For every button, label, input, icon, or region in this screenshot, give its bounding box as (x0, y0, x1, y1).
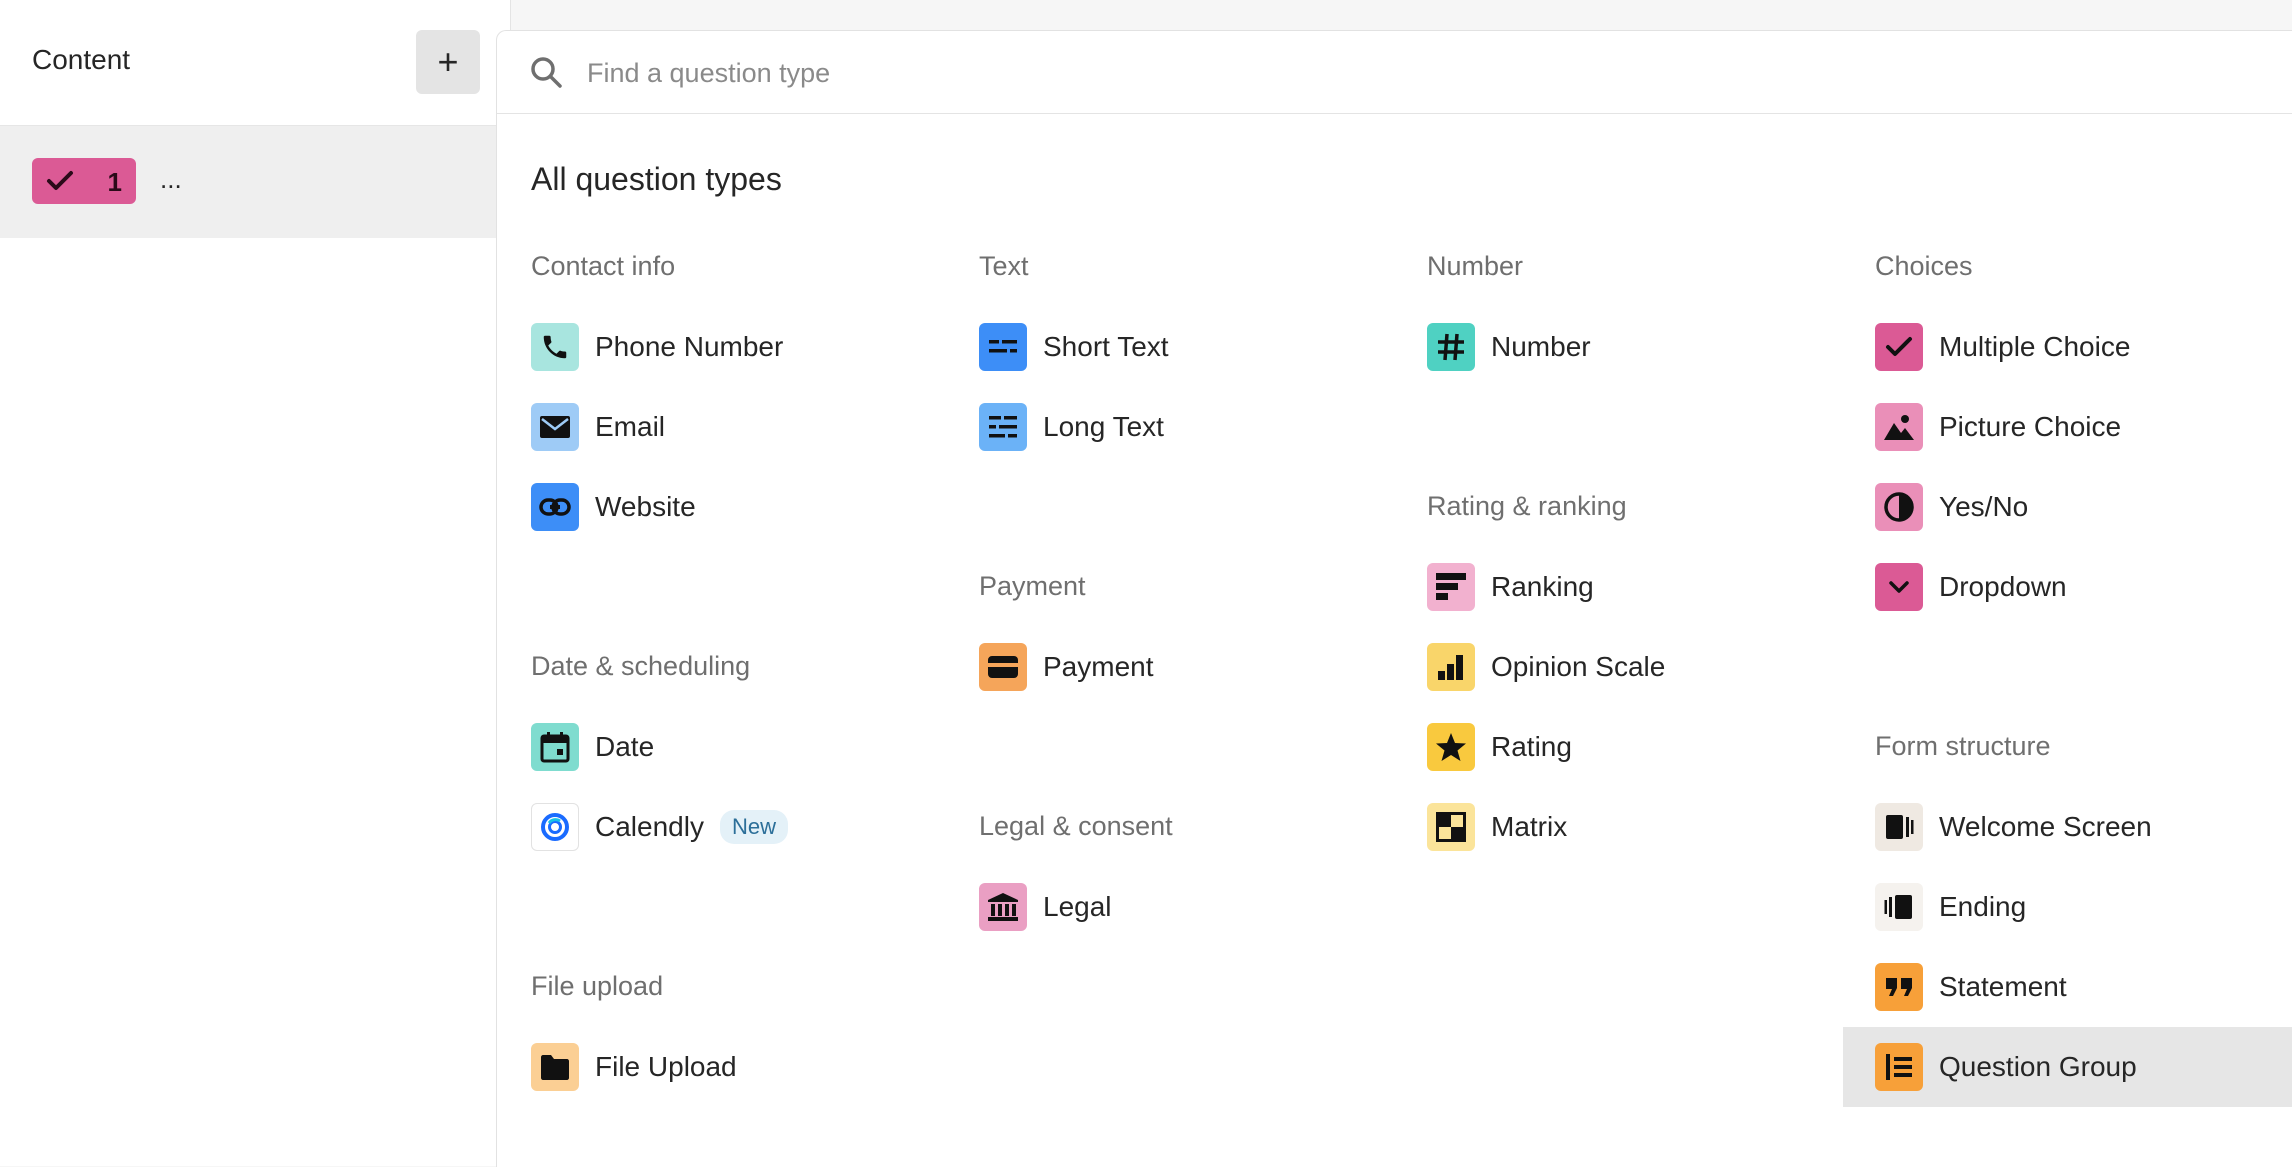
type-label: Statement (1939, 971, 2067, 1002)
section-file-upload: File upload (531, 971, 664, 1001)
star-icon (1427, 723, 1475, 771)
type-label: Matrix (1491, 811, 1568, 842)
type-website[interactable]: Website (531, 467, 696, 547)
folder-icon (531, 1043, 579, 1091)
phone-icon (531, 323, 579, 371)
type-label: Multiple Choice (1939, 331, 2131, 362)
ending-icon (1875, 883, 1923, 931)
envelope-icon (531, 403, 579, 451)
type-statement[interactable]: Statement (1875, 947, 2067, 1027)
type-label: Phone Number (595, 331, 784, 362)
type-rating[interactable]: Rating (1427, 707, 1572, 787)
type-label: Legal (1043, 891, 1112, 922)
type-label: File Upload (595, 1051, 737, 1082)
type-file-upload[interactable]: File Upload (531, 1027, 737, 1107)
credit-card-icon (979, 643, 1027, 691)
ranking-icon (1427, 563, 1475, 611)
type-opinion-scale[interactable]: Opinion Scale (1427, 627, 1665, 707)
type-label: Number (1491, 331, 1591, 362)
type-date[interactable]: Date (531, 707, 654, 787)
type-label: Email (595, 411, 666, 442)
section-choices: Choices (1875, 251, 1973, 281)
matrix-icon (1427, 803, 1475, 851)
sidebar-title: Content (32, 44, 131, 75)
type-matrix[interactable]: Matrix (1427, 787, 1567, 867)
type-label: Opinion Scale (1491, 651, 1666, 682)
search-icon (531, 57, 562, 88)
type-label: Yes/No (1939, 491, 2029, 522)
chevron-down-icon (1875, 563, 1923, 611)
type-ranking[interactable]: Ranking (1427, 547, 1594, 627)
long-text-icon (979, 403, 1027, 451)
short-text-icon (979, 323, 1027, 371)
link-icon (531, 483, 579, 531)
search-bar (497, 31, 2292, 114)
image-icon (1875, 403, 1923, 451)
section-text: Text (979, 251, 1029, 281)
half-circle-icon (1875, 483, 1923, 531)
type-long-text[interactable]: Long Text (979, 387, 1164, 467)
section-legal-consent: Legal & consent (979, 811, 1173, 841)
type-multiple-choice[interactable]: Multiple Choice (1875, 307, 2130, 387)
type-number[interactable]: Number (1427, 307, 1591, 387)
question-type-picker: All question types Contact info Phone Nu… (496, 30, 2292, 1167)
calendly-logo-icon (531, 803, 579, 851)
question-number: 1 (107, 167, 122, 197)
sidebar: Content + 1 ... (0, 0, 511, 1166)
question-title: ... (160, 164, 182, 194)
quote-icon (1875, 963, 1923, 1011)
question-group-icon (1875, 1043, 1923, 1091)
type-ending[interactable]: Ending (1875, 867, 2026, 947)
type-label: Ranking (1491, 571, 1594, 602)
panel-heading: All question types (531, 161, 782, 197)
type-label: Ending (1939, 891, 2027, 922)
type-label: Date (595, 731, 655, 762)
section-date-scheduling: Date & scheduling (531, 651, 751, 681)
calendar-icon (531, 723, 579, 771)
section-form-structure: Form structure (1875, 731, 2051, 761)
type-yes-no[interactable]: Yes/No (1875, 467, 2028, 547)
type-legal[interactable]: Legal (979, 867, 1112, 947)
type-label: Picture Choice (1939, 411, 2122, 442)
question-list-item[interactable]: 1 ... (0, 126, 510, 238)
type-dropdown[interactable]: Dropdown (1875, 547, 2067, 627)
type-label: Question Group (1939, 1051, 2137, 1082)
type-label: Rating (1491, 731, 1572, 762)
type-label: Payment (1043, 651, 1154, 682)
section-payment: Payment (979, 571, 1086, 601)
courthouse-icon (979, 883, 1027, 931)
type-payment[interactable]: Payment (979, 627, 1154, 707)
type-phone-number[interactable]: Phone Number (531, 307, 783, 387)
type-welcome-screen[interactable]: Welcome Screen (1875, 787, 2152, 867)
question-type-badge: 1 (32, 158, 136, 204)
new-badge: New (719, 810, 788, 844)
section-number: Number (1427, 251, 1524, 281)
type-short-text[interactable]: Short Text (979, 307, 1169, 387)
search-input[interactable] (585, 49, 2189, 97)
sidebar-header: Content + (0, 0, 510, 126)
check-icon (1875, 323, 1923, 371)
type-label: Dropdown (1939, 571, 2067, 602)
welcome-screen-icon (1875, 803, 1923, 851)
type-picture-choice[interactable]: Picture Choice (1875, 387, 2121, 467)
hash-icon (1427, 323, 1475, 371)
type-email[interactable]: Email (531, 387, 665, 467)
type-label: Calendly (595, 811, 704, 842)
section-rating-ranking: Rating & ranking (1427, 491, 1627, 521)
type-calendly[interactable]: Calendly New (531, 787, 788, 867)
type-label: Short Text (1043, 331, 1169, 362)
section-contact-info: Contact info (531, 251, 676, 281)
check-icon (47, 171, 73, 190)
type-label: Welcome Screen (1939, 811, 2152, 842)
bar-chart-icon (1427, 643, 1475, 691)
type-label: Website (595, 491, 696, 522)
add-question-button[interactable]: + (416, 30, 480, 94)
type-question-group[interactable]: Question Group (1843, 1027, 2292, 1107)
type-label: Long Text (1043, 411, 1164, 442)
